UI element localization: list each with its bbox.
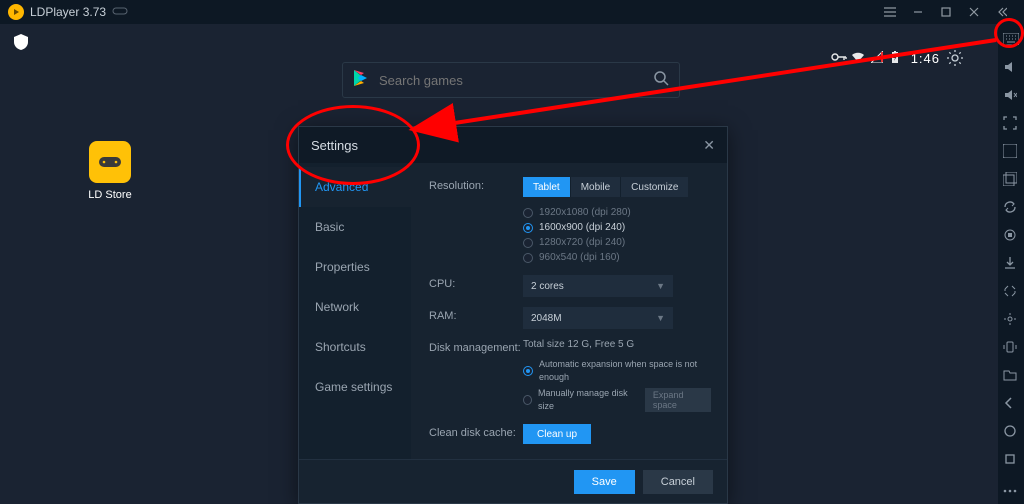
back-icon[interactable] [1003,396,1019,412]
nav-shortcuts[interactable]: Shortcuts [299,327,411,367]
settings-dialog: Settings ✕ Advanced Basic Properties Net… [298,126,728,504]
resolution-option-1080[interactable]: 1920x1080 (dpi 280) [523,205,711,220]
resolution-radio-list: 1920x1080 (dpi 280) 1600x900 (dpi 240) 1… [523,205,711,265]
sync-icon[interactable] [1003,200,1019,216]
chevron-down-icon: ▼ [656,281,665,291]
clock-text: 1:46 [911,51,940,66]
key-mapping-icon[interactable] [1003,144,1019,160]
maximize-button[interactable] [932,0,960,24]
android-statusbar: 1:46 [823,48,972,68]
settings-sidebar: Advanced Basic Properties Network Shortc… [299,163,411,459]
google-play-icon [353,69,369,92]
search-icon[interactable] [653,70,669,91]
chevron-down-icon: ▼ [656,313,665,323]
ram-select[interactable]: 2048M ▼ [523,307,673,329]
recent-apps-icon[interactable] [1003,452,1019,468]
screenshot-icon[interactable] [1003,284,1019,300]
menu-button[interactable] [876,0,904,24]
settings-close-button[interactable]: ✕ [703,137,715,154]
settings-footer: Save Cancel [299,459,727,503]
save-button[interactable]: Save [574,470,635,494]
nav-advanced[interactable]: Advanced [299,167,411,207]
cancel-button[interactable]: Cancel [643,470,713,494]
disk-option-auto[interactable]: Automatic expansion when space is not en… [523,356,711,385]
more-icon[interactable] [1003,480,1019,496]
disk-info: Total size 12 G, Free 5 G [523,339,711,350]
resolution-mode-tabs: Tablet Mobile Customize [523,177,711,197]
cpu-select[interactable]: 2 cores ▼ [523,275,673,297]
minimize-button[interactable] [904,0,932,24]
tab-mobile[interactable]: Mobile [571,177,621,197]
fullscreen-icon[interactable] [1003,116,1019,132]
search-input[interactable] [379,73,653,88]
settings-icon[interactable] [1003,312,1019,328]
nav-properties[interactable]: Properties [299,247,411,287]
settings-header: Settings ✕ [299,127,727,163]
volume-up-icon[interactable] [1003,60,1019,76]
expand-space-button: Expand space [645,388,711,412]
disk-option-manual[interactable]: Manually manage disk sizeExpand space [523,385,711,414]
shared-folder-icon[interactable] [1003,368,1019,384]
settings-title: Settings [311,138,358,153]
home-icon[interactable] [1003,424,1019,440]
tab-customize[interactable]: Customize [621,177,688,197]
side-toolbar [998,24,1024,504]
nav-game-settings[interactable]: Game settings [299,367,411,407]
app-title: LDPlayer 3.73 [30,5,106,19]
key-icon [831,51,845,65]
settings-content: Resolution: Tablet Mobile Customize 1920… [411,163,727,459]
nav-network[interactable]: Network [299,287,411,327]
ld-store-label: LD Store [78,189,142,201]
search-bar[interactable] [342,62,680,98]
wifi-icon [851,51,865,65]
ram-label: RAM: [429,307,523,322]
ld-store-app-icon[interactable]: LD Store [78,141,142,201]
settings-gear-icon[interactable] [946,49,964,67]
signal-icon [871,51,885,65]
volume-down-icon[interactable] [1003,88,1019,104]
disk-label: Disk management: [429,339,523,354]
shake-icon[interactable] [1003,340,1019,356]
clean-cache-label: Clean disk cache: [429,424,523,439]
install-apk-icon[interactable] [1003,256,1019,272]
ld-store-icon [89,141,131,183]
battery-icon [891,51,905,65]
resolution-option-900[interactable]: 1600x900 (dpi 240) [523,220,711,235]
resolution-option-720[interactable]: 1280x720 (dpi 240) [523,235,711,250]
tab-tablet[interactable]: Tablet [523,177,571,197]
macro-icon[interactable] [1003,228,1019,244]
clean-up-button[interactable]: Clean up [523,424,591,444]
app-logo-icon [8,4,24,20]
resolution-label: Resolution: [429,177,523,192]
keyboard-icon[interactable] [1003,32,1019,48]
titlebar: LDPlayer 3.73 [0,0,1024,24]
multi-instance-icon[interactable] [1003,172,1019,188]
close-window-button[interactable] [960,0,988,24]
resolution-option-540[interactable]: 960x540 (dpi 160) [523,250,711,265]
emulator-screen: 1:46 LD Store Settings ✕ Advanced Basic … [0,24,998,504]
cpu-label: CPU: [429,275,523,290]
shield-icon [14,34,28,55]
controller-icon [112,5,128,19]
collapse-toolbar-button[interactable] [988,0,1016,24]
nav-basic[interactable]: Basic [299,207,411,247]
